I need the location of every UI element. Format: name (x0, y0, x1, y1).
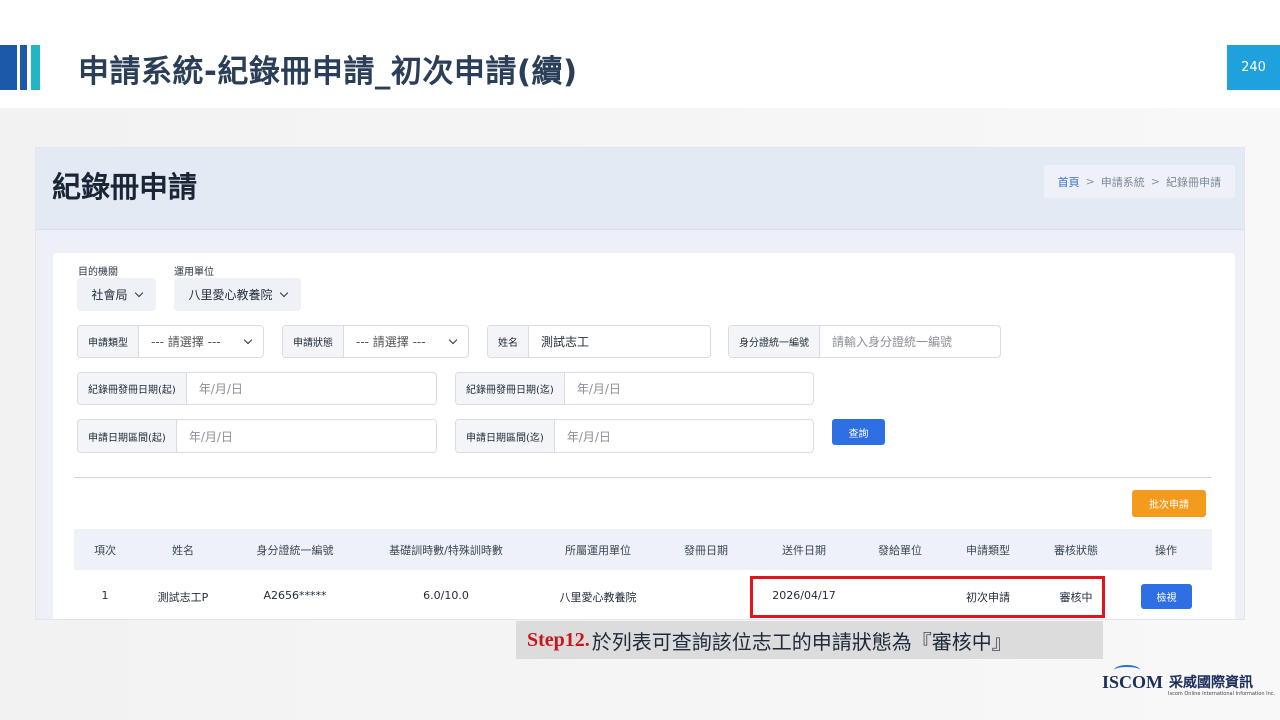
unit-value: 八里愛心教養院 (188, 288, 273, 302)
page-title: 紀錄冊申請 (52, 170, 198, 204)
step-text: 於列表可查詢該位志工的申請狀態為『審核中』 (591, 629, 1012, 654)
status-field[interactable]: 申請狀態 --- 請選擇 --- (282, 325, 469, 358)
header-accent-bar (31, 45, 40, 90)
logo-subtitle: Iscom Online International Information I… (1168, 691, 1276, 697)
name-input[interactable]: 測試志工 (529, 326, 710, 357)
id-input[interactable]: 請輸入身分證統一編號 (820, 326, 1000, 357)
company-logo: ISCOM 采威國際資訊 Iscom Online International … (1102, 665, 1275, 697)
issue-date-end-label: 紀錄冊發冊日期(迄) (456, 373, 565, 404)
apply-type-label: 申請類型 (78, 326, 139, 357)
status-select: --- 請選擇 --- (344, 326, 468, 357)
column-header: 所屬運用單位 (565, 544, 631, 557)
cell-hours: 6.0/10.0 (423, 589, 469, 602)
unit-label: 運用單位 (174, 267, 214, 278)
chevron-down-icon (448, 335, 458, 345)
logo-text: ISCOM (1102, 665, 1164, 693)
step-number: Step12. (527, 628, 590, 651)
cell-index: 1 (101, 589, 109, 602)
status-label: 申請狀態 (283, 326, 344, 357)
column-header: 姓名 (172, 544, 194, 557)
highlight-box (750, 576, 1105, 618)
chevron-down-icon (134, 288, 143, 298)
column-header: 操作 (1155, 544, 1177, 557)
divider (74, 477, 1212, 478)
logo-arc-icon (1114, 665, 1140, 675)
column-header: 發冊日期 (684, 544, 728, 557)
apply-type-field[interactable]: 申請類型 --- 請選擇 --- (77, 325, 264, 358)
apply-date-end-field[interactable]: 申請日期區間(迄) 年/月/日 (455, 419, 814, 453)
apply-date-end-label: 申請日期區間(迄) (456, 420, 555, 452)
name-label: 姓名 (488, 326, 529, 357)
breadcrumb: 首頁 > 申請系統 > 紀錄冊申請 (1043, 165, 1235, 198)
step-caption: Step12. 於列表可查詢該位志工的申請狀態為『審核中』 (516, 621, 1103, 659)
breadcrumb-current: 紀錄冊申請 (1166, 175, 1221, 189)
status-value: --- 請選擇 --- (356, 335, 426, 349)
issue-date-start-label: 紀錄冊發冊日期(起) (78, 373, 187, 404)
column-header: 審核狀態 (1054, 544, 1098, 557)
apply-date-end-input[interactable]: 年/月/日 (555, 420, 813, 452)
chevron-down-icon (279, 288, 288, 298)
column-header: 基礎訓時數/特殊訓時數 (389, 544, 503, 557)
apply-date-start-label: 申請日期區間(起) (78, 420, 177, 452)
logo-en: ISCOM (1102, 672, 1164, 692)
column-header: 申請類型 (966, 544, 1010, 557)
app-header: 紀錄冊申請 首頁 > 申請系統 > 紀錄冊申請 (36, 148, 1244, 230)
column-header: 項次 (94, 544, 116, 557)
issue-date-start-field[interactable]: 紀錄冊發冊日期(起) 年/月/日 (77, 372, 437, 405)
breadcrumb-home[interactable]: 首頁 (1058, 174, 1080, 190)
cell-id: A2656***** (263, 589, 327, 602)
table-header (74, 529, 1212, 570)
view-button[interactable]: 檢視 (1141, 584, 1192, 609)
column-header: 身分證統一編號 (256, 544, 334, 557)
header-accent-bar (0, 45, 17, 90)
column-header: 送件日期 (782, 544, 826, 557)
unit-select[interactable]: 八里愛心教養院 (174, 278, 301, 311)
apply-type-value: --- 請選擇 --- (151, 335, 221, 349)
cell-name: 測試志工P (157, 591, 209, 604)
id-label: 身分證統一編號 (729, 326, 820, 357)
column-header: 發給單位 (878, 544, 922, 557)
cell-unit: 八里愛心教養院 (559, 591, 637, 604)
page-number: 240 (1227, 45, 1280, 90)
apply-type-select: --- 請選擇 --- (139, 326, 263, 357)
batch-apply-button[interactable]: 批次申請 (1132, 490, 1206, 517)
target-org-select[interactable]: 社會局 (77, 278, 156, 311)
name-field[interactable]: 姓名 測試志工 (487, 325, 711, 358)
target-org-value: 社會局 (91, 288, 128, 302)
logo-zh: 采威國際資訊 (1169, 674, 1254, 691)
query-button[interactable]: 查詢 (832, 419, 885, 445)
apply-date-start-field[interactable]: 申請日期區間(起) 年/月/日 (77, 419, 437, 453)
target-org-label: 目的機關 (78, 267, 118, 278)
header-accent-bar (20, 45, 27, 90)
chevron-down-icon (243, 335, 253, 345)
breadcrumb-item[interactable]: 申請系統 (1101, 174, 1145, 190)
issue-date-end-input[interactable]: 年/月/日 (565, 373, 813, 404)
issue-date-start-input[interactable]: 年/月/日 (187, 373, 436, 404)
slide-title: 申請系統-紀錄冊申請_初次申請(續) (78, 54, 578, 90)
issue-date-end-field[interactable]: 紀錄冊發冊日期(迄) 年/月/日 (455, 372, 814, 405)
breadcrumb-separator: > (1085, 175, 1095, 188)
apply-date-start-input[interactable]: 年/月/日 (177, 420, 436, 452)
id-field[interactable]: 身分證統一編號 請輸入身分證統一編號 (728, 325, 1001, 358)
breadcrumb-separator: > (1150, 175, 1160, 188)
